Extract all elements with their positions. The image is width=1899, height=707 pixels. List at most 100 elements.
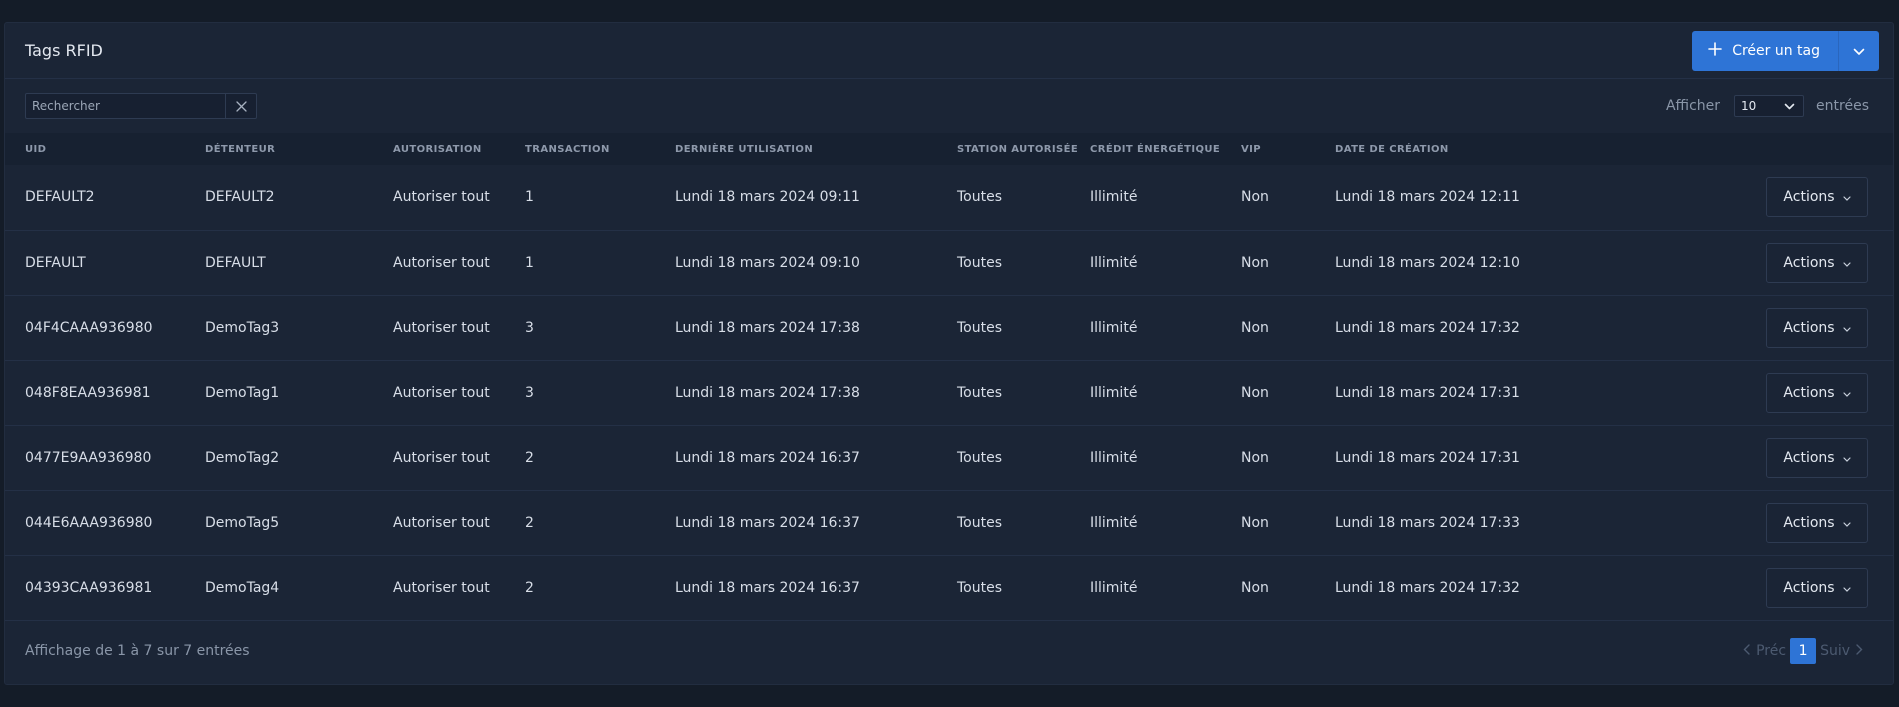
create-tag-button[interactable]: Créer un tag: [1692, 30, 1879, 71]
chevron-right-icon: [1850, 643, 1869, 659]
create-tag-label: Créer un tag: [1732, 42, 1820, 59]
header-uid[interactable]: UID: [5, 133, 205, 165]
search-box: [25, 93, 257, 119]
cell-last-used: Lundi 18 mars 2024 16:37: [675, 449, 860, 466]
cell-credit: Illimité: [1090, 579, 1138, 596]
actions-button[interactable]: Actions: [1766, 242, 1868, 283]
page-size-value: 10: [1741, 99, 1757, 113]
cell-credit: Illimité: [1090, 189, 1138, 206]
search-input[interactable]: [26, 94, 225, 118]
cell-uid: 04F4CAAA936980: [25, 319, 153, 336]
cell-uid: 044E6AAA936980: [25, 514, 153, 531]
cell-authorization: Autoriser tout: [393, 254, 490, 271]
chevron-down-icon: [1835, 189, 1851, 205]
actions-button[interactable]: Actions: [1766, 177, 1868, 218]
page-size-select[interactable]: 10: [1734, 95, 1805, 117]
cell-authorization: Autoriser tout: [393, 449, 490, 466]
table-row: DEFAULT DEFAULT Autoriser tout 1 Lundi 1…: [5, 230, 1893, 295]
header-last-used[interactable]: Dernière utilisation: [675, 133, 957, 165]
pagination: Préc 1 Suiv: [1737, 637, 1869, 664]
cell-actions: Actions: [1635, 360, 1893, 425]
table-row: DEFAULT2 DEFAULT2 Autoriser tout 1 Lundi…: [5, 165, 1893, 230]
search-clear-button[interactable]: [225, 94, 256, 118]
cell-holder: DemoTag4: [205, 579, 280, 596]
page-1-button[interactable]: 1: [1790, 637, 1817, 664]
header-transaction[interactable]: Transaction: [525, 133, 675, 165]
cell-transaction: 3: [525, 319, 534, 336]
table-row: 04F4CAAA936980 DemoTag3 Autoriser tout 3…: [5, 295, 1893, 360]
cell-station: Toutes: [957, 189, 1003, 206]
header-holder[interactable]: Détenteur: [205, 133, 393, 165]
actions-button[interactable]: Actions: [1766, 437, 1868, 478]
cell-uid: 0477E9AA936980: [25, 449, 152, 466]
cell-vip: Non: [1241, 254, 1269, 271]
cell-credit: Illimité: [1090, 384, 1138, 401]
actions-button[interactable]: Actions: [1766, 502, 1868, 543]
cell-created: Lundi 18 mars 2024 17:32: [1335, 579, 1520, 596]
chevron-down-icon: [1784, 99, 1795, 113]
cell-credit: Illimité: [1090, 514, 1138, 531]
actions-label: Actions: [1783, 254, 1835, 271]
cell-last-used: Lundi 18 mars 2024 17:38: [675, 319, 860, 336]
cell-uid: DEFAULT: [25, 254, 86, 271]
cell-authorization: Autoriser tout: [393, 189, 490, 206]
cell-transaction: 1: [525, 254, 534, 271]
table-header-row: UID Détenteur Autorisation Transaction D…: [5, 133, 1893, 165]
create-tag-main[interactable]: Créer un tag: [1692, 30, 1839, 71]
cell-uid: 04393CAA936981: [25, 579, 153, 596]
plus-icon: [1708, 41, 1732, 60]
cell-uid: DEFAULT2: [25, 189, 95, 206]
cell-station: Toutes: [957, 514, 1003, 531]
cell-transaction: 2: [525, 514, 534, 531]
header-station[interactable]: Station autorisée: [957, 133, 1090, 165]
cell-holder: DEFAULT2: [205, 189, 275, 206]
cell-authorization: Autoriser tout: [393, 579, 490, 596]
header-authorization[interactable]: Autorisation: [393, 133, 525, 165]
actions-button[interactable]: Actions: [1766, 372, 1868, 413]
table-row: 044E6AAA936980 DemoTag5 Autoriser tout 2…: [5, 490, 1893, 555]
prev-page-button[interactable]: Préc: [1737, 643, 1786, 659]
table-row: 048F8EAA936981 DemoTag1 Autoriser tout 3…: [5, 360, 1893, 425]
cell-vip: Non: [1241, 384, 1269, 401]
pagination-info: Affichage de 1 à 7 sur 7 entrées: [25, 642, 250, 659]
cell-vip: Non: [1241, 319, 1269, 336]
table-toolbar: Afficher 10 entrées: [5, 79, 1893, 133]
cell-created: Lundi 18 mars 2024 17:31: [1335, 384, 1520, 401]
cell-credit: Illimité: [1090, 254, 1138, 271]
cell-last-used: Lundi 18 mars 2024 09:10: [675, 254, 860, 271]
cell-station: Toutes: [957, 579, 1003, 596]
header-credit[interactable]: Crédit énergétique: [1090, 133, 1241, 165]
card-header: Tags RFID Créer un tag: [5, 23, 1893, 79]
cell-vip: Non: [1241, 189, 1269, 206]
cell-vip: Non: [1241, 449, 1269, 466]
page-title: Tags RFID: [25, 41, 103, 60]
cell-actions: Actions: [1635, 295, 1893, 360]
cell-credit: Illimité: [1090, 319, 1138, 336]
header-actions: [1635, 133, 1893, 165]
cell-transaction: 2: [525, 579, 534, 596]
cell-station: Toutes: [957, 449, 1003, 466]
close-icon: [235, 97, 247, 116]
chevron-left-icon: [1737, 643, 1756, 659]
cell-vip: Non: [1241, 579, 1269, 596]
page-size-control: Afficher 10 entrées: [1666, 95, 1869, 117]
chevron-down-icon: [1835, 385, 1851, 401]
actions-label: Actions: [1783, 449, 1835, 466]
cell-holder: DEFAULT: [205, 254, 266, 271]
header-vip[interactable]: VIP: [1241, 133, 1335, 165]
cell-vip: Non: [1241, 514, 1269, 531]
cell-transaction: 1: [525, 189, 534, 206]
actions-button[interactable]: Actions: [1766, 307, 1868, 348]
cell-last-used: Lundi 18 mars 2024 16:37: [675, 514, 860, 531]
cell-authorization: Autoriser tout: [393, 319, 490, 336]
chevron-down-icon: [1835, 450, 1851, 466]
next-page-button[interactable]: Suiv: [1820, 643, 1869, 659]
actions-label: Actions: [1783, 514, 1835, 531]
actions-button[interactable]: Actions: [1766, 567, 1868, 608]
table-row: 04393CAA936981 DemoTag4 Autoriser tout 2…: [5, 555, 1893, 620]
actions-label: Actions: [1783, 319, 1835, 336]
cell-credit: Illimité: [1090, 449, 1138, 466]
cell-station: Toutes: [957, 254, 1003, 271]
create-tag-dropdown-toggle[interactable]: [1839, 31, 1879, 71]
header-created[interactable]: Date de création: [1335, 133, 1635, 165]
